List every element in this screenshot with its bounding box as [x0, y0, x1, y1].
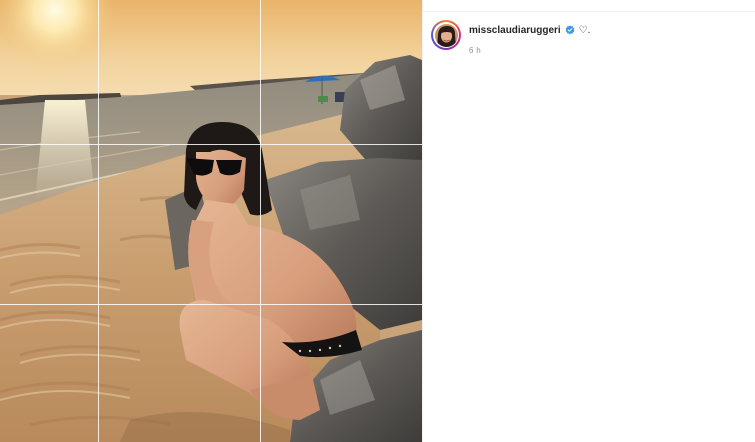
- grid-line-vertical-2: [260, 0, 261, 442]
- post-image[interactable]: [0, 0, 422, 442]
- grid-line-horizontal-2: [0, 304, 422, 305]
- caption-body: missclaudiaruggeri ♡. 6 h: [469, 20, 590, 56]
- post-side-panel: missclaudiaruggeri ♡. 6 h: [422, 0, 755, 442]
- post-photo: [0, 0, 422, 442]
- caption-line: missclaudiaruggeri ♡.: [469, 22, 590, 38]
- author-username[interactable]: missclaudiaruggeri: [469, 25, 561, 36]
- verified-badge-icon: [565, 25, 575, 35]
- post-timestamp[interactable]: 6 h: [469, 46, 590, 55]
- author-avatar[interactable]: [431, 20, 461, 50]
- post-header-strip: [423, 0, 755, 12]
- avatar-icon: [434, 23, 458, 47]
- caption-text: ♡.: [578, 24, 591, 36]
- post-viewer: missclaudiaruggeri ♡. 6 h: [0, 0, 755, 442]
- header-avatar-icon[interactable]: [435, 0, 455, 2]
- grid-line-horizontal-1: [0, 144, 422, 145]
- grid-line-vertical-1: [98, 0, 99, 442]
- caption-row: missclaudiaruggeri ♡. 6 h: [431, 20, 590, 55]
- avatar-border: [433, 22, 459, 48]
